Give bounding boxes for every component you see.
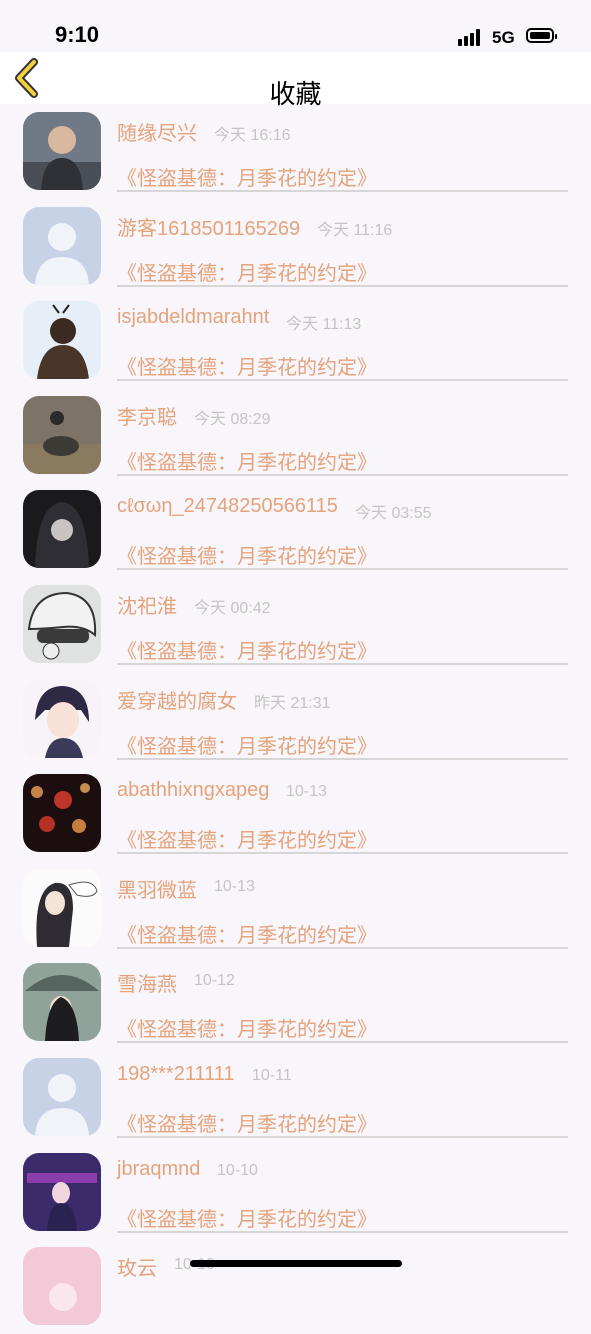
work-title-link[interactable]: 《怪盗基德：月季花的约定》	[117, 919, 377, 948]
divider	[117, 190, 568, 192]
divider	[117, 757, 568, 760]
list-item[interactable]: abathhixngxapeg 10-13 《怪盗基德：月季花的约定》	[0, 766, 591, 861]
work-title-link[interactable]: 《怪盗基德：月季花的约定》	[117, 162, 377, 191]
timestamp: 昨天 21:31	[254, 694, 331, 712]
divider	[117, 1230, 568, 1233]
user-name[interactable]: isjabdeldmarahnt	[117, 306, 269, 329]
avatar[interactable]	[23, 395, 101, 474]
favorites-list: 随缘尽兴 今天 16:16 《怪盗基德：月季花的约定》 游客1618501165269…	[0, 104, 591, 1334]
battery-icon	[526, 28, 557, 43]
user-name[interactable]: 黑羽微蓝	[117, 874, 197, 903]
timestamp: 10-10	[217, 1161, 258, 1179]
user-name[interactable]: 雪海燕	[117, 968, 177, 997]
work-title-link[interactable]: 《怪盗基德：月季花的约定》	[117, 446, 377, 475]
user-name[interactable]: 游客1618501165269	[117, 212, 300, 241]
work-title-link[interactable]: 《怪盗基德：月季花的约定》	[117, 824, 377, 853]
list-item[interactable]: 沈祀淮 今天 00:42 《怪盗基德：月季花的约定》	[0, 577, 591, 672]
timestamp: 今天 08:29	[194, 410, 271, 428]
work-title-link[interactable]: 《怪盗基德：月季花的约定》	[117, 730, 377, 759]
timestamp: 今天 03:55	[355, 505, 432, 523]
timestamp: 今天 16:16	[214, 127, 291, 144]
list-item[interactable]: 李京聪 今天 08:29 《怪盗基德：月季花的约定》	[0, 388, 591, 483]
avatar[interactable]	[23, 1247, 101, 1326]
home-indicator[interactable]	[190, 1260, 402, 1267]
timestamp: 10-13	[286, 783, 327, 801]
avatar[interactable]	[23, 679, 101, 758]
user-name[interactable]: cℓσωη_24748250566115	[117, 495, 338, 518]
avatar[interactable]	[23, 868, 101, 947]
work-title-link[interactable]: 《怪盗基德：月季花的约定》	[117, 1108, 377, 1137]
timestamp: 10-13	[214, 877, 255, 895]
divider	[117, 662, 568, 665]
list-item[interactable]: 黑羽微蓝 10-13 《怪盗基德：月季花的约定》	[0, 861, 591, 956]
divider	[117, 1135, 568, 1138]
avatar[interactable]	[23, 1152, 101, 1231]
avatar[interactable]	[23, 490, 101, 569]
list-item[interactable]: 雪海燕 10-12 《怪盗基德：月季花的约定》	[0, 955, 591, 1050]
avatar[interactable]	[23, 301, 101, 380]
timestamp: 今天 11:13	[286, 316, 362, 334]
list-item[interactable]: 随缘尽兴 今天 16:16 《怪盗基德：月季花的约定》	[0, 104, 591, 199]
signal-icon	[458, 29, 484, 46]
list-item[interactable]: 玫云10-10	[0, 1239, 591, 1334]
work-title-link[interactable]: 《怪盗基德：月季花的约定》	[117, 351, 377, 380]
avatar[interactable]	[23, 774, 101, 853]
work-title-link[interactable]: 《怪盗基德：月季花的约定》	[117, 635, 377, 664]
list-item[interactable]: cℓσωη_24748250566115 今天 03:55 《怪盗基德：月季花的约定…	[0, 482, 591, 577]
user-name[interactable]: 沈祀淮	[117, 590, 177, 619]
list-item[interactable]: 游客1618501165269 今天 11:16 《怪盗基德：月季花的约定》	[0, 199, 591, 294]
divider	[117, 946, 568, 949]
timestamp: 10-12	[194, 972, 235, 990]
user-name[interactable]: 爱穿越的腐女	[117, 685, 237, 714]
divider	[117, 568, 568, 571]
nav-bar: 收藏	[0, 52, 591, 109]
user-name[interactable]: jbraqmnd	[117, 1158, 200, 1181]
timestamp: 今天 11:16	[317, 221, 393, 239]
avatar[interactable]	[23, 963, 101, 1042]
divider	[117, 852, 568, 855]
timestamp: 10-11	[252, 1066, 292, 1084]
divider	[117, 1041, 568, 1044]
network-label: 5G	[492, 28, 515, 47]
list-item[interactable]: isjabdeldmarahnt 今天 11:13 《怪盗基德：月季花的约定》	[0, 293, 591, 388]
list-item[interactable]: 爱穿越的腐女 昨天 21:31 《怪盗基德：月季花的约定》	[0, 672, 591, 767]
list-item[interactable]: 198***211111 10-11 《怪盗基德：月季花的约定》	[0, 1050, 591, 1145]
user-name[interactable]: 玫云	[117, 1252, 157, 1281]
user-name[interactable]: 随缘尽兴	[117, 117, 197, 146]
list-item[interactable]: jbraqmnd 10-10 《怪盗基德：月季花的约定》	[0, 1145, 591, 1240]
work-title-link[interactable]: 《怪盗基德：月季花的约定》	[117, 1013, 377, 1042]
avatar[interactable]	[23, 1057, 101, 1136]
work-title-link[interactable]: 《怪盗基德：月季花的约定》	[117, 257, 377, 286]
avatar[interactable]	[23, 206, 101, 285]
divider	[117, 473, 568, 476]
divider	[117, 284, 568, 287]
work-title-link[interactable]: 《怪盗基德：月季花的约定》	[117, 1203, 377, 1232]
status-bar: 9:10 5G	[0, 0, 591, 52]
status-time: 9:10	[55, 22, 100, 47]
user-name[interactable]: 李京聪	[117, 401, 177, 430]
divider	[117, 379, 568, 382]
user-name[interactable]: 198***211111	[117, 1063, 235, 1086]
timestamp: 今天 00:42	[194, 599, 271, 617]
avatar[interactable]	[23, 584, 101, 663]
user-name[interactable]: abathhixngxapeg	[117, 779, 269, 802]
work-title-link[interactable]: 《怪盗基德：月季花的约定》	[117, 540, 377, 569]
avatar[interactable]	[23, 112, 101, 190]
